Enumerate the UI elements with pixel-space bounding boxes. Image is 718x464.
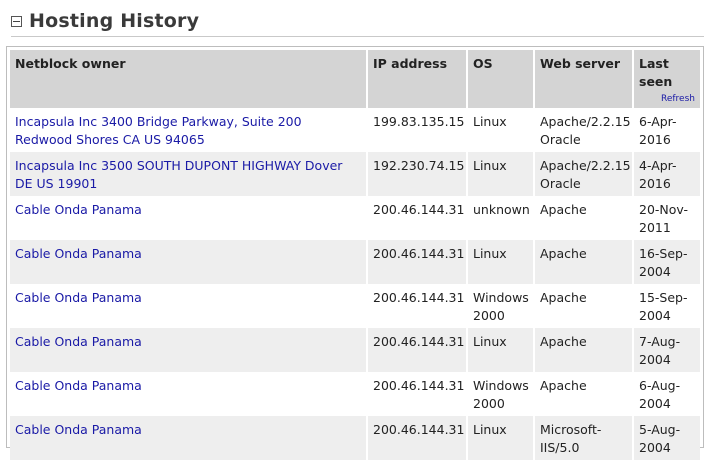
netblock-owner-cell: Cable Onda Panama xyxy=(10,240,368,284)
collapse-toggle-icon[interactable] xyxy=(11,16,22,27)
netblock-owner-cell: Incapsula Inc 3500 SOUTH DUPONT HIGHWAY … xyxy=(10,152,368,196)
web-server-cell: Apache xyxy=(534,328,634,372)
os-cell: Linux xyxy=(467,240,535,284)
table-row: Incapsula Inc 3500 SOUTH DUPONT HIGHWAY … xyxy=(10,152,700,196)
os-cell: unknown xyxy=(467,196,535,240)
ip-address-cell: 200.46.144.31 xyxy=(367,372,468,416)
netblock-owner-cell: Cable Onda Panama xyxy=(10,416,368,460)
table-row: Incapsula Inc 3400 Bridge Parkway, Suite… xyxy=(10,108,700,152)
netblock-owner-link[interactable]: Incapsula Inc 3400 Bridge Parkway, Suite… xyxy=(15,114,302,147)
ip-address-cell: 192.230.74.15 xyxy=(367,152,468,196)
last-seen-cell: 4-Apr-2016 xyxy=(633,152,700,196)
column-header-ip: IP address xyxy=(367,50,468,108)
last-seen-label: Last seen xyxy=(639,56,673,89)
netblock-owner-link[interactable]: Cable Onda Panama xyxy=(15,378,142,393)
table-row: Cable Onda Panama 200.46.144.31 Windows 20… xyxy=(10,372,700,416)
netblock-owner-link[interactable]: Cable Onda Panama xyxy=(15,246,142,261)
table-row: Cable Onda Panama 200.46.144.31 Linux Micro… xyxy=(10,416,700,460)
web-server-cell: Apache xyxy=(534,240,634,284)
ip-address-cell: 200.46.144.31 xyxy=(367,416,468,460)
column-header-last-seen: Last seen Refresh xyxy=(633,50,700,108)
refresh-link[interactable]: Refresh xyxy=(639,93,695,105)
last-seen-cell: 16-Sep-2004 xyxy=(633,240,700,284)
netblock-owner-cell: Incapsula Inc 3400 Bridge Parkway, Suite… xyxy=(10,108,368,152)
netblock-owner-cell: Cable Onda Panama xyxy=(10,372,368,416)
os-cell: Windows 2000 xyxy=(467,284,535,328)
netblock-owner-link[interactable]: Cable Onda Panama xyxy=(15,290,142,305)
last-seen-cell: 5-Aug-2004 xyxy=(633,416,700,460)
os-cell: Linux xyxy=(467,328,535,372)
ip-address-cell: 200.46.144.31 xyxy=(367,196,468,240)
last-seen-cell: 15-Sep-2004 xyxy=(633,284,700,328)
web-server-cell: Apache xyxy=(534,284,634,328)
table-header-row: Netblock owner IP address OS Web server … xyxy=(10,50,700,108)
netblock-owner-link[interactable]: Cable Onda Panama xyxy=(15,334,142,349)
table-row: Cable Onda Panama 200.46.144.31 Linux Apach… xyxy=(10,240,700,284)
web-server-cell: Microsoft-IIS/5.0 xyxy=(534,416,634,460)
hosting-history-panel: Netblock owner IP address OS Web server … xyxy=(6,46,704,460)
web-server-cell: Apache/2.2.15 Oracle xyxy=(534,152,634,196)
netblock-owner-cell: Cable Onda Panama xyxy=(10,196,368,240)
section-header: Hosting History xyxy=(11,6,704,37)
column-header-os: OS xyxy=(467,50,535,108)
ip-address-cell: 200.46.144.31 xyxy=(367,328,468,372)
last-seen-cell: 6-Aug-2004 xyxy=(633,372,700,416)
column-header-owner: Netblock owner xyxy=(10,50,368,108)
netblock-owner-cell: Cable Onda Panama xyxy=(10,284,368,328)
hosting-history-table: Netblock owner IP address OS Web server … xyxy=(10,50,700,460)
last-seen-cell: 6-Apr-2016 xyxy=(633,108,700,152)
table-row: Cable Onda Panama 200.46.144.31 unknown Apa… xyxy=(10,196,700,240)
web-server-cell: Apache xyxy=(534,196,634,240)
table-row: Cable Onda Panama 200.46.144.31 Linux Apach… xyxy=(10,328,700,372)
table-body: Incapsula Inc 3400 Bridge Parkway, Suite… xyxy=(10,108,700,460)
section-title: Hosting History xyxy=(29,10,200,32)
web-server-cell: Apache/2.2.15 Oracle xyxy=(534,108,634,152)
netblock-owner-cell: Cable Onda Panama xyxy=(10,328,368,372)
last-seen-cell: 20-Nov-2011 xyxy=(633,196,700,240)
last-seen-cell: 7-Aug-2004 xyxy=(633,328,700,372)
ip-address-cell: 199.83.135.15 xyxy=(367,108,468,152)
netblock-owner-link[interactable]: Incapsula Inc 3500 SOUTH DUPONT HIGHWAY … xyxy=(15,158,342,191)
table-row: Cable Onda Panama 200.46.144.31 Windows 20… xyxy=(10,284,700,328)
os-cell: Linux xyxy=(467,416,535,460)
netblock-owner-link[interactable]: Cable Onda Panama xyxy=(15,202,142,217)
netblock-owner-link[interactable]: Cable Onda Panama xyxy=(15,422,142,437)
ip-address-cell: 200.46.144.31 xyxy=(367,284,468,328)
ip-address-cell: 200.46.144.31 xyxy=(367,240,468,284)
os-cell: Linux xyxy=(467,152,535,196)
os-cell: Linux xyxy=(467,108,535,152)
web-server-cell: Apache xyxy=(534,372,634,416)
column-header-web-server: Web server xyxy=(534,50,634,108)
os-cell: Windows 2000 xyxy=(467,372,535,416)
